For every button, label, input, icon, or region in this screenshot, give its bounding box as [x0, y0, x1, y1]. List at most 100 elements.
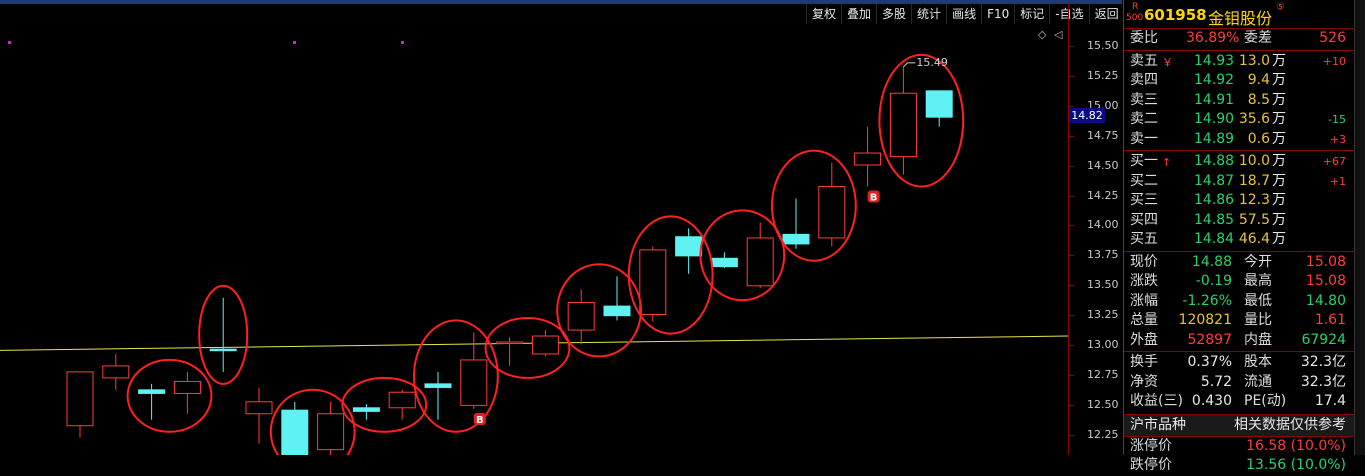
candle-up[interactable] — [567, 302, 595, 331]
ask-label: 卖四 — [1130, 72, 1158, 88]
fundamental-row: 净资 5.72 流通 32.3亿 — [1124, 373, 1354, 393]
candle-down[interactable] — [281, 409, 309, 455]
price-tick-label: 12.75 — [1087, 367, 1119, 381]
stat-row: 外盘 52897 内盘 67924 — [1124, 331, 1354, 351]
ask-price[interactable]: 14.93 — [1194, 52, 1234, 72]
bid-price[interactable]: 14.86 — [1194, 191, 1234, 211]
bid-row: 买五 14.84 46.4 万 — [1124, 230, 1354, 250]
price-tick-label: 12.50 — [1087, 397, 1119, 411]
fundamental-label: 流通 — [1244, 373, 1272, 390]
stat-label: 涨幅 — [1130, 292, 1158, 309]
fundamental-value: 32.3亿 — [1300, 354, 1346, 370]
candle-up[interactable] — [818, 186, 846, 239]
stat-row: 现价 14.88 今开 15.08 — [1124, 253, 1354, 273]
toolbar-draw-line-button[interactable]: 画线 — [946, 4, 981, 24]
fundamentals: 换手 0.37% 股本 32.3亿 净资 5.72 流通 32.3亿 收益(三) 0.430 PE(… — [1124, 353, 1354, 412]
candle-up[interactable] — [66, 371, 94, 427]
weibi-row: 委比 36.89% 委差 526 — [1124, 29, 1354, 49]
fundamental-label: 股本 — [1244, 354, 1272, 370]
candle-down[interactable] — [782, 233, 810, 245]
candle-down[interactable] — [603, 305, 631, 317]
bid-unit: 万 — [1272, 231, 1286, 247]
candle-up[interactable] — [639, 249, 667, 315]
diamond-icon[interactable]: ◇ — [1038, 28, 1047, 41]
limit-down-value: 13.56 (10.0%) — [1246, 457, 1346, 473]
bid-change: +1 — [1329, 174, 1346, 188]
candle-up[interactable] — [854, 152, 882, 166]
bid-label: 买三 — [1130, 192, 1158, 208]
ask-price[interactable]: 14.92 — [1194, 71, 1234, 91]
ask-price[interactable]: 14.89 — [1194, 130, 1234, 150]
ask-unit: 万 — [1272, 111, 1286, 127]
bid-volume: 57.5 — [1238, 211, 1270, 228]
candle-down[interactable] — [352, 407, 380, 412]
stat-row: 总量 120821 量比 1.61 — [1124, 311, 1354, 331]
kline-chart[interactable]: ◇◁BBB15.49 — [0, 4, 1068, 455]
bid-price[interactable]: 14.87 — [1194, 172, 1234, 192]
price-tick-label: 14.00 — [1087, 218, 1119, 232]
stat-label: 内盘 — [1244, 331, 1272, 348]
stat-value: 1.61 — [1314, 312, 1346, 328]
tick-mark — [1069, 285, 1074, 287]
candle-up[interactable] — [388, 391, 416, 409]
candle-up[interactable] — [460, 359, 488, 406]
ask-label: 卖三 — [1130, 91, 1158, 108]
ask-book: 卖五 ￥ 14.93 13.0 万 +10 卖四 14.92 9.4 万卖三 14.91 8.5 万卖二… — [1124, 52, 1354, 150]
candle-down[interactable] — [209, 348, 237, 352]
tick-mark — [1069, 46, 1074, 47]
quote-panel: R 500 601958 金钼股份 ⑤ 委比 36.89% 委差 526 卖五 ￥… — [1123, 0, 1354, 473]
side-scrollbar[interactable] — [1354, 0, 1365, 455]
high-price-label: 15.49 — [916, 56, 948, 69]
toolbar-overlay-button[interactable]: 叠加 — [841, 4, 876, 24]
stat-label: 量比 — [1244, 312, 1272, 328]
price-tick-label: 13.75 — [1087, 248, 1119, 262]
tick-mark — [1069, 374, 1074, 376]
ask-price[interactable]: 14.91 — [1194, 91, 1234, 111]
candle-down[interactable] — [138, 389, 166, 394]
candle-up[interactable] — [746, 237, 774, 287]
price-tick-label: 13.00 — [1087, 338, 1119, 351]
candle-down[interactable] — [675, 236, 703, 257]
bid-unit: 万 — [1272, 211, 1286, 228]
current-price-tag: 14.82 — [1069, 108, 1105, 123]
candle-up[interactable] — [317, 413, 345, 451]
candle-down[interactable] — [925, 90, 953, 118]
candle-up[interactable] — [889, 92, 917, 158]
toolbar-fuquan-button[interactable]: 复权 — [806, 4, 841, 24]
toolbar-mark-button[interactable]: 标记 — [1014, 4, 1049, 24]
candle-up[interactable] — [173, 380, 201, 394]
fundamental-value: 17.4 — [1314, 393, 1346, 409]
ask-price[interactable]: 14.90 — [1194, 110, 1234, 130]
candle-down[interactable] — [424, 383, 452, 388]
price-tick-label: 14.75 — [1087, 128, 1119, 142]
toolbar-multi-stock-button[interactable]: 多股 — [876, 4, 911, 24]
market-label: 沪市品种 — [1130, 416, 1186, 433]
candle-down[interactable] — [710, 257, 738, 268]
bid-price[interactable]: 14.84 — [1194, 230, 1234, 250]
bid-unit: 万 — [1272, 153, 1286, 169]
market-bar: 沪市品种 相关数据仅供参考 — [1124, 413, 1354, 437]
toolbar-f10-button[interactable]: F10 — [981, 4, 1014, 24]
stat-label: 最高 — [1244, 273, 1272, 289]
ask-volume: 9.4 — [1247, 72, 1270, 88]
candle-up[interactable] — [496, 341, 524, 344]
high-pointer-line — [903, 62, 916, 68]
ask-volume: 0.6 — [1247, 130, 1270, 147]
bid-price[interactable]: 14.88 — [1194, 152, 1234, 172]
price-tick-label: 14.25 — [1087, 188, 1119, 202]
bid-row: 买二 14.87 18.7 万 +1 — [1124, 172, 1354, 192]
bid-price[interactable]: 14.85 — [1194, 211, 1234, 231]
stock-name[interactable]: 金钼股份 — [1208, 5, 1272, 29]
candle-up[interactable] — [245, 401, 273, 415]
tick-mark — [1069, 225, 1074, 227]
marker-dot — [8, 41, 11, 44]
triangle-icon[interactable]: ◁ — [1054, 28, 1063, 41]
fundamental-label: PE(动) — [1244, 393, 1287, 409]
limit-up-row: 涨停价 16.58 (10.0%) — [1124, 437, 1354, 457]
bid-label: 买四 — [1130, 211, 1158, 228]
tick-mark — [1069, 195, 1074, 197]
toolbar-stats-button[interactable]: 统计 — [911, 4, 946, 24]
candle-up[interactable] — [102, 365, 130, 379]
candle-up[interactable] — [531, 335, 559, 355]
ask-change: -15 — [1328, 113, 1346, 126]
